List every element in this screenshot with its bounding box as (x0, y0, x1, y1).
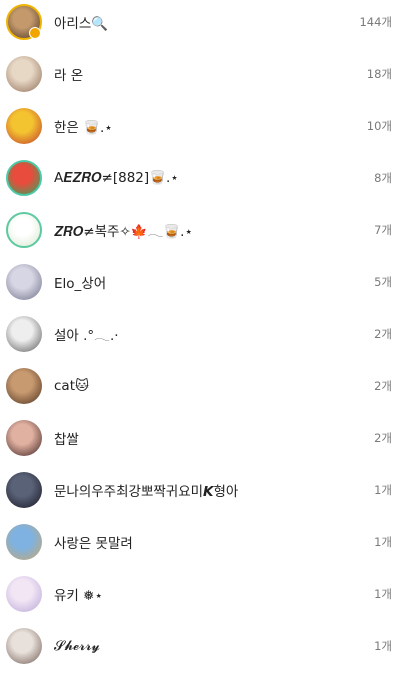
friend-count: 2개 (374, 431, 392, 445)
friend-name: 설아 .°𓂃.· (54, 328, 119, 344)
friend-name: Elo_상어 (54, 276, 107, 292)
list-item[interactable]: cat🐱 2개 (0, 360, 402, 412)
friend-name: 라 온 (54, 68, 84, 84)
friend-count: 1개 (374, 535, 392, 549)
list-item[interactable]: 아리스🔍 144개 (0, 0, 402, 48)
friend-name: 찹쌀 (54, 432, 79, 448)
friend-name: 문나의우주최강뽀짝귀요미𝙆형아 (54, 484, 239, 500)
friend-count: 144개 (359, 15, 392, 29)
avatar[interactable] (6, 264, 42, 300)
avatar[interactable] (6, 108, 42, 144)
avatar[interactable] (6, 368, 42, 404)
friend-count: 18개 (366, 67, 392, 81)
avatar[interactable] (6, 56, 42, 92)
friend-name: 사랑은 못말려 (54, 536, 133, 552)
avatar[interactable] (6, 628, 42, 664)
friend-name: A𝑬𝒁𝑹𝑶≠[882]🥃.⋆ (54, 170, 179, 186)
avatar[interactable] (6, 576, 42, 612)
friend-list: 아리스🔍 144개 라 온 18개 한은 🥃.⋆ 10개 A𝑬𝒁𝑹𝑶≠[882]… (0, 0, 402, 673)
list-item[interactable]: 유키 ❅⋆ 1개 (0, 568, 402, 620)
friend-count: 8개 (374, 171, 392, 185)
list-item[interactable]: 찹쌀 2개 (0, 412, 402, 464)
avatar[interactable] (6, 212, 42, 248)
list-item[interactable]: 설아 .°𓂃.· 2개 (0, 308, 402, 360)
friend-count: 1개 (374, 587, 392, 601)
list-item[interactable]: 𝒁𝑹𝑶≠복주✧🍁𓂃🥃.⋆ 7개 (0, 204, 402, 256)
list-item[interactable]: 라 온 18개 (0, 48, 402, 100)
list-item[interactable]: 문나의우주최강뽀짝귀요미𝙆형아 1개 (0, 464, 402, 516)
list-item[interactable]: 𝓢𝓱𝓮𝓻𝓻𝔂 1개 (0, 620, 402, 672)
avatar[interactable] (6, 420, 42, 456)
friend-count: 5개 (374, 275, 392, 289)
friend-name: 한은 🥃.⋆ (54, 120, 113, 136)
friend-count: 1개 (374, 483, 392, 497)
list-item[interactable]: 한은 🥃.⋆ 10개 (0, 100, 402, 152)
avatar[interactable] (6, 316, 42, 352)
list-item[interactable]: A𝑬𝒁𝑹𝑶≠[882]🥃.⋆ 8개 (0, 152, 402, 204)
friend-count: 1개 (374, 639, 392, 653)
avatar[interactable] (6, 160, 42, 196)
list-item[interactable]: Elo_상어 5개 (0, 256, 402, 308)
friend-name: 𝒁𝑹𝑶≠복주✧🍁𓂃🥃.⋆ (54, 224, 193, 240)
friend-name: 유키 ❅⋆ (54, 588, 103, 604)
avatar[interactable] (6, 472, 42, 508)
list-item[interactable]: 사랑은 못말려 1개 (0, 516, 402, 568)
friend-count: 2개 (374, 327, 392, 341)
status-badge (29, 27, 41, 39)
friend-count: 7개 (374, 223, 392, 237)
avatar[interactable] (6, 524, 42, 560)
friend-name: 아리스🔍 (54, 16, 109, 32)
friend-count: 2개 (374, 379, 392, 393)
avatar[interactable] (6, 4, 42, 40)
friend-count: 10개 (366, 119, 392, 133)
friend-name: 𝓢𝓱𝓮𝓻𝓻𝔂 (54, 638, 100, 654)
friend-name: cat🐱 (54, 378, 90, 394)
